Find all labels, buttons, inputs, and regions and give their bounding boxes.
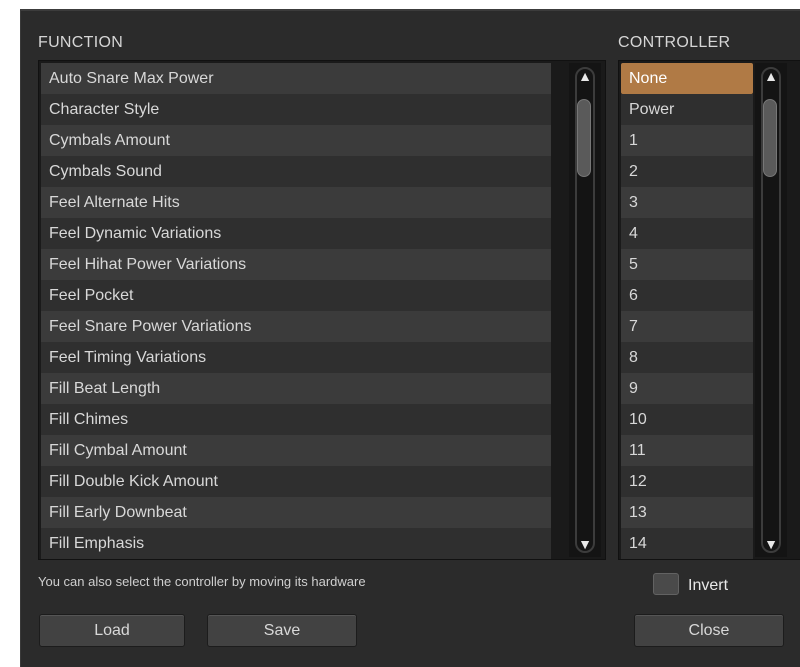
controller-list-item[interactable]: 14 [621,528,753,559]
controller-list-item[interactable]: 11 [621,435,753,466]
controller-list-item[interactable]: None [621,63,753,94]
function-list-item[interactable]: Character Style [41,94,551,125]
controller-list-item[interactable]: 4 [621,218,753,249]
function-list-item[interactable]: Feel Snare Power Variations [41,311,551,342]
function-list-item[interactable]: Cymbals Amount [41,125,551,156]
controller-list-item[interactable]: 13 [621,497,753,528]
function-list-item[interactable]: Feel Pocket [41,280,551,311]
scroll-down-arrow-icon[interactable]: ▼ [569,533,601,555]
function-scroll-thumb[interactable] [577,99,591,177]
function-list-item[interactable]: Feel Timing Variations [41,342,551,373]
controller-list-item[interactable]: 5 [621,249,753,280]
function-list-item[interactable]: Fill Early Downbeat [41,497,551,528]
function-list-item[interactable]: Cymbals Sound [41,156,551,187]
function-scrollbar[interactable]: ▲ ▼ [569,63,601,557]
function-list-item[interactable]: Fill Cymbal Amount [41,435,551,466]
function-list-rows: Auto Snare Max Power Character Style Cymba… [41,63,551,559]
function-list[interactable]: Auto Snare Max Power Character Style Cymba… [38,60,606,560]
controller-list-item[interactable]: 9 [621,373,753,404]
function-list-item[interactable]: Fill Chimes [41,404,551,435]
controller-list-item[interactable]: 2 [621,156,753,187]
controller-list[interactable]: None Power 1 2 3 4 5 6 7 8 9 10 11 12 13 14 ▲ ▼ [618,60,800,560]
function-list-item[interactable]: Fill Emphasis [41,528,551,559]
function-list-item[interactable]: Fill Double Kick Amount [41,466,551,497]
controller-list-item[interactable]: 1 [621,125,753,156]
controller-list-rows: None Power 1 2 3 4 5 6 7 8 9 10 11 12 13 14 [621,63,753,559]
controller-column-header: CONTROLLER [618,34,731,51]
function-list-item[interactable]: Fill Beat Length [41,373,551,404]
function-list-item[interactable]: Auto Snare Max Power [41,63,551,94]
controller-list-item[interactable]: 10 [621,404,753,435]
function-column-header: FUNCTION [38,34,124,51]
scroll-down-arrow-icon[interactable]: ▼ [755,533,787,555]
function-list-item[interactable]: Feel Alternate Hits [41,187,551,218]
function-list-item[interactable]: Feel Dynamic Variations [41,218,551,249]
controller-scrollbar[interactable]: ▲ ▼ [755,63,787,557]
controller-assign-dialog: FUNCTION CONTROLLER Auto Snare Max Power… [20,9,800,667]
controller-list-item[interactable]: Power [621,94,753,125]
function-list-item[interactable]: Feel Hihat Power Variations [41,249,551,280]
invert-label[interactable]: Invert [688,577,728,595]
controller-scroll-thumb[interactable] [763,99,777,177]
close-button[interactable]: Close [634,614,784,647]
controller-list-item[interactable]: 12 [621,466,753,497]
load-button[interactable]: Load [39,614,185,647]
save-button[interactable]: Save [207,614,357,647]
invert-checkbox[interactable] [653,573,679,595]
hardware-hint-text: You can also select the controller by mo… [38,574,366,589]
controller-list-item[interactable]: 8 [621,342,753,373]
controller-list-item[interactable]: 3 [621,187,753,218]
controller-list-item[interactable]: 6 [621,280,753,311]
controller-list-item[interactable]: 7 [621,311,753,342]
